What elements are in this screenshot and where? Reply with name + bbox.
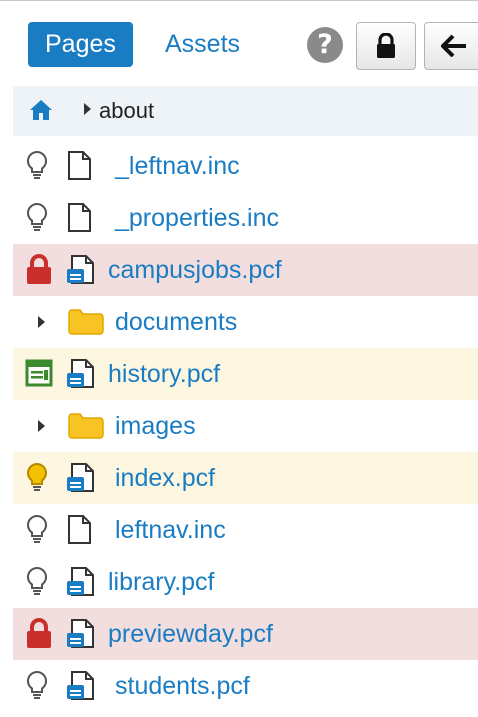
expand-arrow-icon[interactable] [38,420,45,432]
file-row[interactable]: library.pcf [13,556,478,608]
file-name[interactable]: campusjobs.pcf [108,244,282,296]
file-name[interactable]: leftnav.inc [115,504,226,556]
padlock-icon[interactable] [25,618,55,650]
expand-arrow-icon[interactable] [38,316,45,328]
file-icon [66,202,98,234]
home-icon[interactable] [29,99,53,126]
pcf-file-icon [66,254,98,286]
file-row[interactable]: _properties.inc [13,192,478,244]
folder-icon [67,307,105,341]
pcf-file-icon [66,566,98,598]
breadcrumb: about [13,86,478,136]
file-row[interactable]: previewday.pcf [13,608,478,660]
folder-name[interactable]: documents [115,296,237,348]
file-name[interactable]: _properties.inc [115,192,279,244]
file-row[interactable]: history.pcf [13,348,478,400]
pcf-file-icon [66,358,98,390]
toolbar: Pages Assets ? [0,0,478,86]
padlock-icon[interactable] [25,254,55,286]
file-row[interactable]: index.pcf [13,452,478,504]
chevron-right-icon [84,103,91,115]
pcf-file-icon [66,462,98,494]
tab-assets[interactable]: Assets [148,22,257,67]
file-row[interactable]: students.pcf [13,660,478,712]
pcf-file-icon [66,618,98,650]
lightbulb-icon[interactable] [25,150,55,182]
file-icon [66,150,98,182]
folder-row[interactable]: images [13,400,478,452]
file-row[interactable]: campusjobs.pcf [13,244,478,296]
lock-button[interactable] [356,22,416,70]
file-name[interactable]: students.pcf [115,660,250,712]
folder-name[interactable]: images [115,400,196,452]
calendar-icon[interactable] [25,358,55,390]
file-icon [66,514,98,546]
help-icon[interactable]: ? [307,27,343,63]
file-row[interactable]: _leftnav.inc [13,140,478,192]
file-name[interactable]: library.pcf [108,556,215,608]
tab-pages[interactable]: Pages [28,22,133,67]
lightbulb-icon[interactable] [25,670,55,702]
back-button[interactable] [424,22,478,70]
folder-row[interactable]: documents [13,296,478,348]
file-name[interactable]: previewday.pcf [108,608,273,660]
lightbulb-icon[interactable] [25,514,55,546]
file-name[interactable]: index.pcf [115,452,215,504]
file-row[interactable]: leftnav.inc [13,504,478,556]
lightbulb-icon[interactable] [25,566,55,598]
lightbulb-on-icon[interactable] [25,462,55,494]
back-arrow-icon [441,35,466,57]
file-name[interactable]: history.pcf [108,348,220,400]
lock-icon [377,33,395,58]
folder-icon [67,411,105,445]
file-name[interactable]: _leftnav.inc [115,140,240,192]
lightbulb-icon[interactable] [25,202,55,234]
pcf-file-icon [66,670,98,702]
breadcrumb-current: about [99,98,155,123]
